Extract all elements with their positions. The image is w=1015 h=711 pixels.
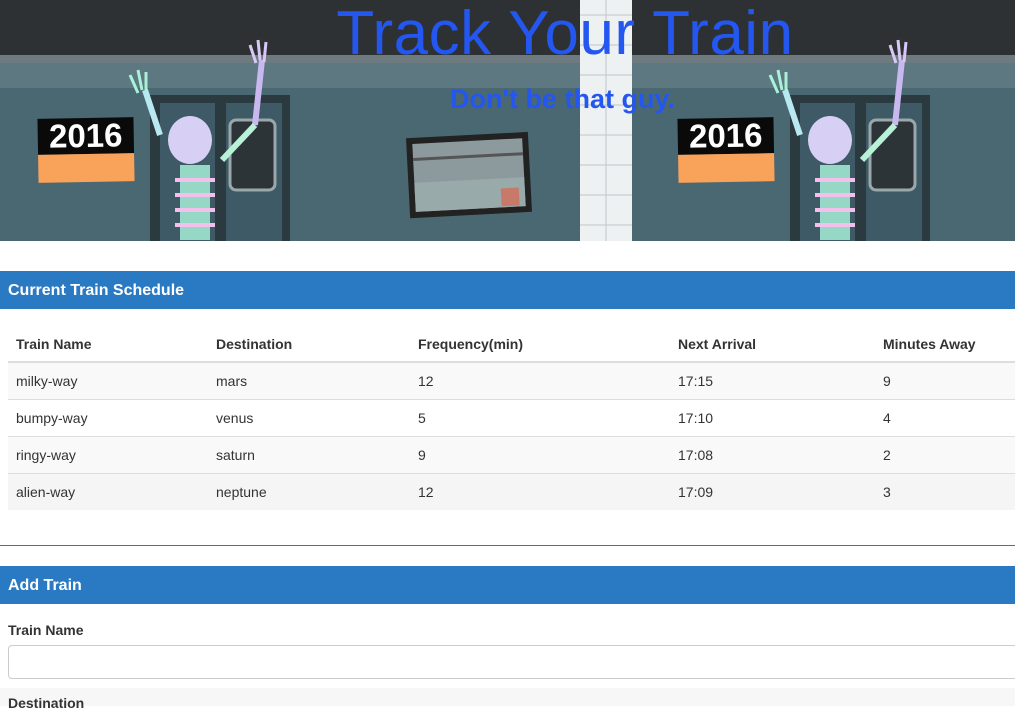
header-banner: 2016 2016 Track Your Train Don't be that… bbox=[0, 0, 1015, 241]
frequency-cell: 9 bbox=[410, 436, 670, 474]
frequency-cell: 5 bbox=[410, 399, 670, 437]
minutes-away-cell: 2 bbox=[875, 436, 1015, 474]
table-row: milky-way mars 12 17:15 9 bbox=[8, 361, 1015, 400]
next-arrival-cell: 17:10 bbox=[670, 399, 875, 437]
next-arrival-cell: 17:15 bbox=[670, 361, 875, 400]
schedule-panel-heading: Current Train Schedule bbox=[0, 271, 1015, 309]
form-group-background bbox=[0, 688, 1015, 706]
minutes-away-cell: 3 bbox=[875, 473, 1015, 510]
column-header: Frequency(min) bbox=[410, 326, 670, 363]
train-name-input[interactable] bbox=[8, 645, 1015, 679]
minutes-away-cell: 9 bbox=[875, 361, 1015, 400]
column-header: Minutes Away bbox=[875, 326, 1015, 363]
next-arrival-cell: 17:08 bbox=[670, 436, 875, 474]
year-badge: 2016 bbox=[37, 116, 135, 183]
page-subtitle: Don't be that guy. bbox=[450, 84, 675, 114]
section-divider bbox=[0, 545, 1015, 546]
destination-cell: mars bbox=[208, 361, 410, 400]
train-schedule-table: Train Name Destination Frequency(min) Ne… bbox=[8, 326, 1015, 510]
destination-cell: venus bbox=[208, 399, 410, 437]
add-train-panel-heading: Add Train bbox=[0, 566, 1015, 604]
next-arrival-cell: 17:09 bbox=[670, 473, 875, 510]
table-row: alien-way neptune 12 17:09 3 bbox=[8, 473, 1015, 510]
badge-orange-strip bbox=[678, 153, 775, 183]
table-header-row: Train Name Destination Frequency(min) Ne… bbox=[8, 326, 1015, 363]
frequency-cell: 12 bbox=[410, 361, 670, 400]
table-row: ringy-way saturn 9 17:08 2 bbox=[8, 436, 1015, 474]
badge-year-text: 2016 bbox=[677, 116, 775, 155]
train-name-cell: bumpy-way bbox=[8, 399, 208, 437]
year-badge: 2016 bbox=[677, 116, 775, 183]
destination-cell: neptune bbox=[208, 473, 410, 510]
table-row: bumpy-way venus 5 17:10 4 bbox=[8, 399, 1015, 437]
train-name-cell: milky-way bbox=[8, 361, 208, 400]
destination-label: Destination bbox=[8, 695, 85, 711]
badge-orange-strip bbox=[38, 153, 135, 183]
column-header: Next Arrival bbox=[670, 326, 875, 363]
column-header: Train Name bbox=[8, 326, 208, 363]
column-header: Destination bbox=[208, 326, 410, 363]
frequency-cell: 12 bbox=[410, 473, 670, 510]
badge-year-text: 2016 bbox=[37, 116, 135, 155]
train-name-cell: ringy-way bbox=[8, 436, 208, 474]
train-name-label: Train Name bbox=[8, 622, 84, 638]
minutes-away-cell: 4 bbox=[875, 399, 1015, 437]
train-name-cell: alien-way bbox=[8, 473, 208, 510]
page-title: Track Your Train bbox=[336, 0, 794, 68]
destination-cell: saturn bbox=[208, 436, 410, 474]
